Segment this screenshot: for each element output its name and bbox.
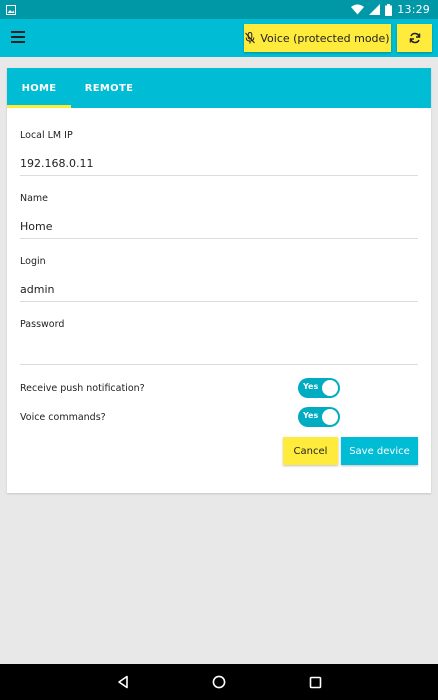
status-time: 13:29 bbox=[397, 3, 430, 16]
login-label: Login bbox=[20, 256, 46, 267]
wifi-icon bbox=[351, 4, 365, 15]
recents-icon bbox=[309, 676, 321, 688]
voice-protected-mode-button[interactable]: Voice (protected mode) bbox=[244, 24, 391, 52]
battery-icon bbox=[385, 3, 393, 16]
push-notification-label: Receive push notification? bbox=[20, 382, 145, 394]
voice-commands-toggle[interactable]: Yes bbox=[298, 407, 340, 427]
back-icon bbox=[118, 675, 128, 689]
voice-commands-label: Voice commands? bbox=[20, 411, 106, 423]
push-notification-row: Receive push notification? Yes bbox=[20, 378, 340, 398]
name-label: Name bbox=[20, 193, 49, 204]
push-toggle-knob bbox=[322, 380, 338, 396]
login-field-group: Login bbox=[20, 256, 418, 302]
push-toggle-state: Yes bbox=[303, 382, 319, 391]
cancel-button[interactable]: Cancel bbox=[283, 437, 338, 465]
voice-toggle-state: Yes bbox=[303, 411, 319, 420]
password-input[interactable] bbox=[20, 340, 418, 365]
push-notification-toggle[interactable]: Yes bbox=[298, 378, 340, 398]
back-button[interactable] bbox=[111, 670, 135, 694]
voice-commands-row: Voice commands? Yes bbox=[20, 407, 340, 427]
login-input[interactable] bbox=[20, 277, 418, 302]
home-button[interactable] bbox=[207, 670, 231, 694]
navigation-bar bbox=[0, 664, 438, 700]
name-field-group: Name bbox=[20, 193, 418, 239]
password-label: Password bbox=[20, 319, 65, 330]
refresh-button[interactable] bbox=[397, 24, 432, 52]
name-input[interactable] bbox=[20, 214, 418, 239]
voice-button-label: Voice (protected mode) bbox=[260, 31, 390, 45]
password-field-group: Password bbox=[20, 319, 418, 365]
device-tabs: HOME REMOTE bbox=[7, 68, 431, 108]
app-bar: Voice (protected mode) bbox=[0, 19, 438, 57]
refresh-icon bbox=[409, 32, 420, 44]
recents-button[interactable] bbox=[303, 670, 327, 694]
device-form-card: HOME REMOTE Local LM IP Name Login Passw… bbox=[7, 68, 431, 493]
local-ip-field-group: Local LM IP bbox=[20, 130, 418, 176]
mic-off-icon bbox=[245, 32, 256, 44]
menu-icon[interactable] bbox=[11, 31, 25, 45]
image-notification-icon bbox=[6, 4, 16, 15]
cell-signal-icon bbox=[369, 4, 381, 15]
tab-remote[interactable]: REMOTE bbox=[77, 68, 141, 108]
tab-home[interactable]: HOME bbox=[7, 68, 71, 108]
save-device-button[interactable]: Save device bbox=[341, 437, 418, 465]
home-icon bbox=[212, 675, 226, 689]
status-bar: 13:29 bbox=[0, 0, 438, 19]
voice-toggle-knob bbox=[322, 409, 338, 425]
local-ip-input[interactable] bbox=[20, 151, 418, 176]
local-ip-label: Local LM IP bbox=[20, 130, 73, 141]
